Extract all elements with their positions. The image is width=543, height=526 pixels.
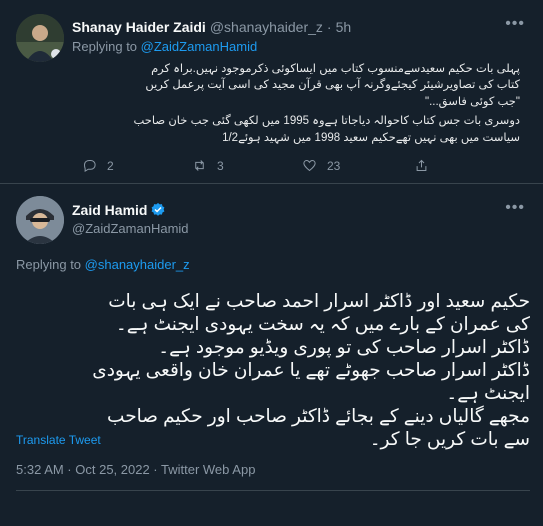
tweet-text-line: ڈاکٹر اسرار صاحب جھوٹے تھے یا عمران خان … [92,359,530,380]
replying-to-mention[interactable]: @ZaidZamanHamid [141,39,258,54]
tweet-timestamp[interactable]: 5:32 AM · Oct 25, 2022 · Twitter Web App [16,461,255,479]
replying-to-prefix: Replying to [16,257,82,272]
reply-author-row: Shanay Haider Zaidi @shanayhaider_z · 5h [72,18,351,36]
share-button[interactable] [414,158,439,173]
separator-dot: · [326,19,332,35]
reply-text-line: دوسری بات جس کتاب کاحوالہ دیاجاتا ہےوہ 1… [133,115,520,127]
reply-text-line: "جب کوئی فاسق..." [425,96,520,108]
avatar[interactable] [16,196,64,244]
replying-to-line: Replying to @shanayhaider_z [16,256,190,274]
reply-tweet[interactable]: Shanay Haider Zaidi @shanayhaider_z · 5h… [0,0,543,184]
retweet-button[interactable]: 3 [192,158,224,173]
tweet-text-line: ایجنٹ ہے۔ [446,382,530,403]
replying-to-mention[interactable]: @shanayhaider_z [85,257,190,272]
tweet-text-line: کی عمران کے بارے میں کہ یہ سخت یہودی ایج… [115,313,530,334]
avatar[interactable] [16,14,64,62]
retweet-count: 3 [217,158,224,173]
retweet-icon [195,160,204,171]
reply-text-line: سیاست میں بھی نہیں تھےحکیم سعید 1998 میں… [222,132,520,144]
reply-text-line: پہلی بات حکیم سعیدسےمنسوب کتاب میں ایساک… [151,63,520,75]
reply-icon [83,160,96,173]
reply-button[interactable]: 2 [82,158,114,173]
heart-icon [303,159,316,172]
reply-action-bar: 2 3 23 [82,158,522,178]
tweet-text-line: ڈاکٹر اسرار صاحب کی تو پوری ویڈیو موجود … [158,336,530,357]
replying-to-line: Replying to @ZaidZamanHamid [72,38,257,56]
tweet-text-line: مجھے گالیاں دینے کے بجائے ڈاکٹر صاحب اور… [107,405,530,426]
like-count: 23 [327,158,341,173]
reply-text-line: کتاب کی تصاویرشیئر کیجئےوگرنہ آپ بھی قرآ… [145,79,520,91]
verified-badge-icon [152,203,165,216]
like-button[interactable]: 23 [302,158,340,173]
reply-author-handle[interactable]: @shanayhaider_z [210,18,323,36]
main-author-row: Zaid Hamid [72,201,166,219]
main-author-name[interactable]: Zaid Hamid [72,201,147,219]
main-author-handle[interactable]: @ZaidZamanHamid [72,220,189,238]
more-options-icon[interactable]: ••• [505,200,525,216]
reply-author-name[interactable]: Shanay Haider Zaidi [72,18,206,36]
more-options-icon[interactable]: ••• [505,16,525,32]
replying-to-prefix: Replying to [72,39,138,54]
divider [16,490,530,491]
share-icon [416,159,427,171]
tweet-text-line: حکیم سعید اور ڈاکٹر اسرار احمد صاحب نے ا… [108,290,530,311]
reply-time[interactable]: 5h [336,18,352,36]
reply-count: 2 [107,158,114,173]
translate-tweet-link[interactable]: Translate Tweet [16,432,101,448]
